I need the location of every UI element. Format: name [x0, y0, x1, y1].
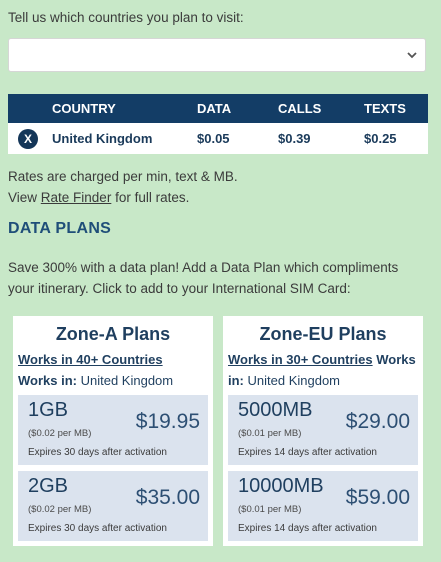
- plan-option[interactable]: 10000MB ($0.01 per MB) $59.00 Expires 14…: [228, 471, 418, 541]
- plan-size: 10000MB: [238, 475, 324, 497]
- country-prompt: Tell us which countries you plan to visi…: [8, 10, 244, 25]
- plan-size: 5000MB: [238, 399, 313, 421]
- plan-price: $59.00: [345, 486, 410, 509]
- data-plans-heading: DATA PLANS: [8, 220, 112, 237]
- plan-price: $35.00: [135, 486, 200, 509]
- plan-per-mb: ($0.02 per MB): [28, 504, 92, 515]
- calls-column-header: CALLS: [278, 94, 364, 123]
- plan-per-mb: ($0.02 per MB): [28, 428, 92, 439]
- plan-per-mb: ($0.01 per MB): [238, 504, 302, 515]
- plan-expiry: Expires 30 days after activation: [28, 447, 167, 458]
- plan-expiry: Expires 14 days after activation: [238, 447, 377, 458]
- data-plans-intro: Save 300% with a data plan! Add a Data P…: [8, 260, 399, 296]
- plan-size: 1GB: [28, 399, 69, 421]
- remove-country-button[interactable]: X: [18, 128, 38, 149]
- rates-header-row: COUNTRY DATA CALLS TEXTS: [8, 94, 428, 123]
- works-in-countries-link[interactable]: Works in 40+ Countries: [18, 352, 163, 367]
- plan-price: $29.00: [345, 410, 410, 433]
- data-column-header: DATA: [197, 94, 278, 123]
- plan-option[interactable]: 5000MB ($0.01 per MB) $29.00 Expires 14 …: [228, 395, 418, 465]
- chevron-down-icon[interactable]: [405, 45, 419, 65]
- works-in-countries-link[interactable]: Works in 30+ Countries: [228, 352, 373, 367]
- zone-coverage: Works in 40+ Countries Works in: United …: [13, 349, 213, 391]
- rate-finder-suffix: for full rates.: [111, 190, 190, 205]
- rate-finder-prefix: View: [8, 190, 41, 205]
- zone-title: Zone-A Plans: [55, 324, 171, 344]
- plan-expiry: Expires 30 days after activation: [28, 523, 167, 534]
- country-select[interactable]: [8, 38, 426, 72]
- rate-finder-link[interactable]: Rate Finder: [41, 190, 112, 205]
- texts-rate-cell: $0.25: [364, 123, 428, 154]
- works-in-label: Works in:: [18, 373, 77, 388]
- plan-option[interactable]: 2GB ($0.02 per MB) $35.00 Expires 30 day…: [18, 471, 208, 541]
- zone-eu-card: Zone-EU Plans Works in 30+ Countries Wor…: [223, 316, 423, 546]
- works-in-value: United Kingdom: [77, 373, 174, 388]
- plan-size: 2GB: [28, 475, 69, 497]
- page: Tell us which countries you plan to visi…: [0, 0, 441, 562]
- rate-finder-note: View Rate Finder for full rates.: [8, 190, 189, 205]
- plan-expiry: Expires 14 days after activation: [238, 523, 377, 534]
- remove-column-header: [8, 94, 52, 123]
- rates-table: COUNTRY DATA CALLS TEXTS X United Kingdo…: [8, 94, 428, 154]
- zone-title: Zone-EU Plans: [259, 324, 387, 344]
- plan-price: $19.95: [135, 410, 200, 433]
- remove-cell: X: [8, 123, 52, 154]
- plan-option[interactable]: 1GB ($0.02 per MB) $19.95 Expires 30 day…: [18, 395, 208, 465]
- calls-rate-cell: $0.39: [278, 123, 364, 154]
- country-column-header: COUNTRY: [52, 94, 197, 123]
- data-rate-cell: $0.05: [197, 123, 278, 154]
- rates-note: Rates are charged per min, text & MB.: [8, 169, 238, 184]
- works-in-value: United Kingdom: [243, 373, 341, 388]
- zone-a-card: Zone-A Plans Works in 40+ Countries Work…: [13, 316, 213, 546]
- texts-column-header: TEXTS: [364, 94, 428, 123]
- plan-per-mb: ($0.01 per MB): [238, 428, 302, 439]
- table-row: X United Kingdom $0.05 $0.39 $0.25: [8, 123, 428, 154]
- country-cell: United Kingdom: [52, 123, 197, 154]
- zone-coverage: Works in 30+ Countries Works in: United …: [223, 349, 423, 391]
